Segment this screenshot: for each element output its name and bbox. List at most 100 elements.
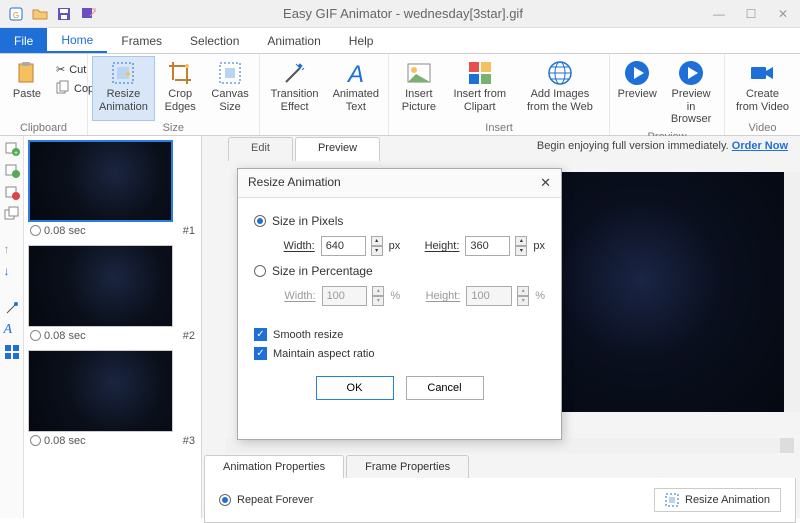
width-pct-input: 100 [322,286,368,306]
clock-icon [30,330,41,341]
move-up-icon[interactable]: ↑ [4,242,20,258]
preview-canvas [559,172,794,412]
clipart-icon [467,60,493,86]
wand-icon [282,60,308,86]
insert-clipart-button[interactable]: Insert from Clipart [447,56,513,121]
copy-icon [56,80,70,97]
cancel-button[interactable]: Cancel [406,376,484,400]
dialog-close-button[interactable]: ✕ [540,175,551,191]
save-icon[interactable] [56,6,72,22]
maximize-button[interactable]: ☐ [742,7,760,21]
group-size: Size [92,121,255,135]
clock-icon [30,225,41,236]
minimize-button[interactable]: — [710,7,728,21]
insert-frame-icon[interactable] [4,162,20,178]
bottom-panel: Animation Properties Frame Properties Re… [204,455,796,523]
promo-text: Begin enjoying full version immediately.… [537,140,788,152]
spinner-down[interactable]: ▾ [371,246,383,256]
size-pixels-radio[interactable]: Size in Pixels [254,214,545,228]
play-browser-icon [678,60,704,86]
spinner-down[interactable]: ▾ [515,246,527,256]
canvas-size-button[interactable]: Canvas Size [206,56,255,121]
height-pct-input: 100 [466,286,512,306]
order-now-link[interactable]: Order Now [732,140,788,152]
duplicate-frame-icon[interactable] [4,206,20,222]
crop-edges-button[interactable]: Crop Edges [157,56,204,121]
frame-props-tab[interactable]: Frame Properties [346,455,469,478]
frame-item[interactable]: 0.08 sec#1 [28,140,197,237]
folder-icon[interactable] [32,6,48,22]
add-frame-icon[interactable]: + [4,140,20,156]
animated-text-button[interactable]: A Animated Text [328,56,384,133]
app-icon: G [8,6,24,22]
scissors-icon: ✂ [56,63,65,76]
dialog-title: Resize Animation [248,175,341,191]
resize-animation-dialog: Resize Animation ✕ Size in Pixels Width:… [237,168,562,440]
paste-icon [14,60,40,86]
move-down-icon[interactable]: ↓ [4,264,20,280]
close-button[interactable]: ✕ [774,7,792,21]
resize-icon [110,60,136,86]
tab-frames[interactable]: Frames [107,28,176,53]
delete-frame-icon[interactable] [4,184,20,200]
tab-selection[interactable]: Selection [176,28,253,53]
frame-panel: 0.08 sec#1 0.08 sec#2 0.08 sec#3 [24,136,202,518]
spinner-up[interactable]: ▴ [515,236,527,246]
svg-text:G: G [13,11,19,20]
effects-icon[interactable] [4,300,20,316]
frame-item[interactable]: 0.08 sec#3 [28,350,197,447]
tab-animation[interactable]: Animation [253,28,334,53]
insert-picture-button[interactable]: Insert Picture [393,56,445,121]
group-clipboard: Clipboard [4,121,83,135]
clock-icon [30,435,41,446]
animation-props-tab[interactable]: Animation Properties [204,455,344,478]
menu-bar: File Home Frames Selection Animation Hel… [0,28,800,54]
tab-help[interactable]: Help [335,28,388,53]
resize-animation-button[interactable]: Resize Animation [92,56,155,121]
file-menu[interactable]: File [0,28,47,53]
height-label: Height: [423,240,460,252]
preview-browser-button[interactable]: Preview in Browser [662,56,720,130]
group-insert: Insert [393,121,605,135]
smooth-resize-checkbox[interactable]: ✓Smooth resize [254,328,545,341]
resize-animation-quick-button[interactable]: Resize Animation [654,488,781,512]
paste-button[interactable]: Paste [4,56,50,121]
ribbon: Paste ✂Cut Copy Clipboard Resize Animati… [0,54,800,136]
svg-text:A: A [346,61,364,86]
left-toolbar: + ↑ ↓ A [0,136,24,518]
width-px-input[interactable]: 640 [321,236,366,256]
text-tool-icon[interactable]: A [4,322,20,338]
preview-button[interactable]: Preview [614,56,660,130]
width-label: Width: [278,240,315,252]
group-video: Video [729,121,796,135]
save-to-web-icon[interactable] [80,6,96,22]
crop-icon [167,60,193,86]
frame-thumbnail[interactable] [28,245,173,327]
tab-home[interactable]: Home [47,28,107,53]
window-title: Easy GIF Animator - wednesday[3star].gif [96,6,710,21]
play-icon [624,60,650,86]
canvas-icon [217,60,243,86]
scrollbar-horizontal[interactable] [226,438,794,453]
video-icon [749,60,775,86]
preview-tab[interactable]: Preview [295,137,380,161]
text-icon: A [343,60,369,86]
create-from-video-button[interactable]: Create from Video [729,56,796,121]
grid-view-icon[interactable] [4,344,20,360]
spinner-up[interactable]: ▴ [371,236,383,246]
frame-thumbnail[interactable] [28,140,173,222]
repeat-forever-radio[interactable]: Repeat Forever [219,494,313,506]
height-px-input[interactable]: 360 [465,236,510,256]
scrollbar-vertical[interactable] [784,172,800,412]
maintain-aspect-checkbox[interactable]: ✓Maintain aspect ratio [254,347,545,360]
title-bar: G Easy GIF Animator - wednesday[3star].g… [0,0,800,28]
frame-item[interactable]: 0.08 sec#2 [28,245,197,342]
frame-thumbnail[interactable] [28,350,173,432]
transition-effect-button[interactable]: Transition Effect [264,56,326,133]
size-percent-radio[interactable]: Size in Percentage [254,264,545,278]
picture-icon [406,60,432,86]
edit-tab[interactable]: Edit [228,137,293,161]
ok-button[interactable]: OK [316,376,394,400]
add-from-web-button[interactable]: Add Images from the Web [515,56,606,121]
globe-icon [547,60,573,86]
